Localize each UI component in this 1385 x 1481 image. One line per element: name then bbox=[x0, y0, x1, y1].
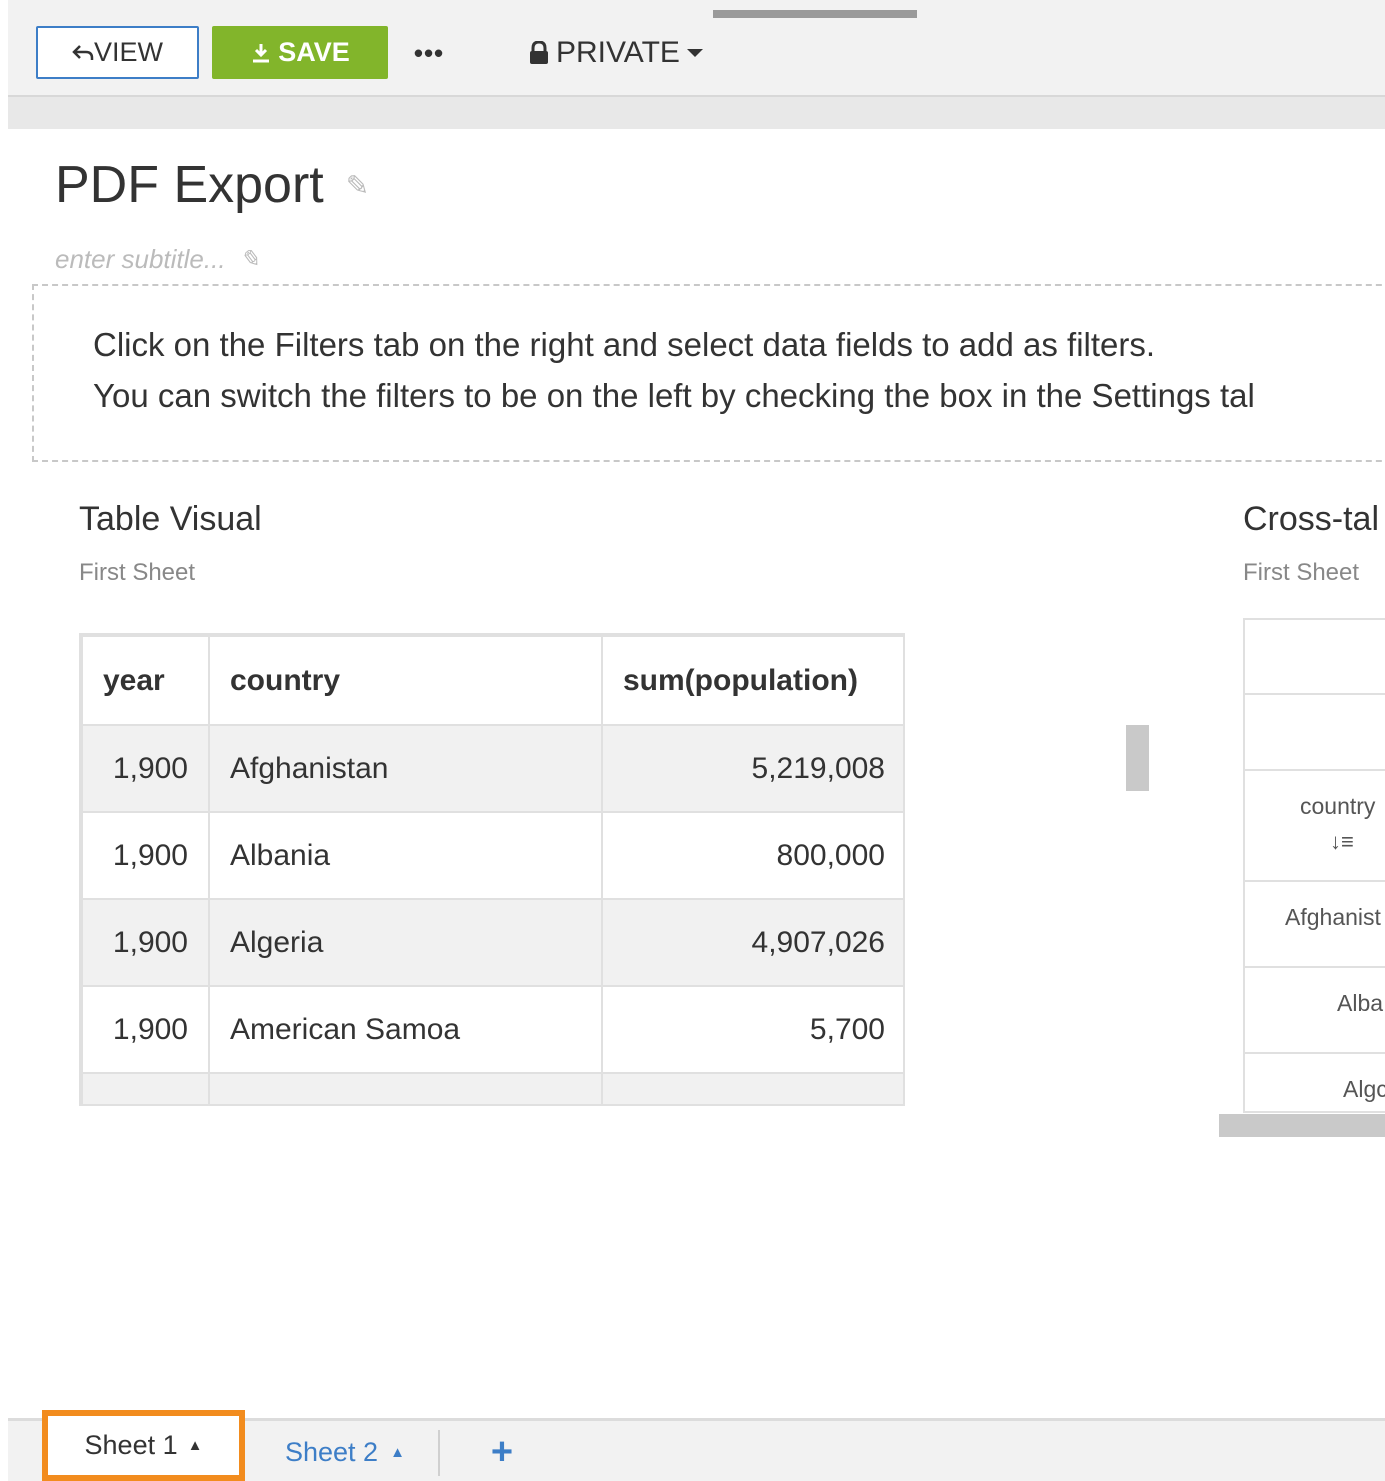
table-visual-title: Table Visual bbox=[79, 500, 262, 538]
crosstab-row: Afghanist bbox=[1245, 882, 1385, 968]
crosstab-row bbox=[1245, 695, 1385, 771]
top-drag-handle[interactable] bbox=[713, 10, 917, 18]
sort-icon[interactable]: ↓≡ bbox=[1330, 829, 1354, 855]
save-button[interactable]: SAVE bbox=[212, 26, 388, 79]
filters-hint-line1: Click on the Filters tab on the right an… bbox=[93, 326, 1156, 363]
crosstab-cell: Afghanist bbox=[1285, 904, 1381, 930]
cell-country: Andorra bbox=[208, 1072, 603, 1104]
cell-population: 5,219,008 bbox=[601, 724, 903, 813]
more-options-icon: ••• bbox=[413, 37, 445, 68]
vertical-scrollbar-thumb[interactable] bbox=[1126, 725, 1149, 791]
plus-icon: + bbox=[490, 1430, 514, 1473]
lock-icon bbox=[528, 41, 550, 65]
view-button-label: VIEW bbox=[93, 37, 163, 67]
column-header-sum-population[interactable]: sum(population) bbox=[601, 635, 903, 726]
cell-year: 1,900 bbox=[81, 898, 210, 987]
add-sheet-button[interactable]: + bbox=[485, 1428, 519, 1476]
caret-down-icon bbox=[686, 48, 704, 58]
cell-year: 1,900 bbox=[81, 811, 210, 900]
table-header-row: year country sum(population) bbox=[81, 635, 903, 726]
view-button[interactable]: VIEW bbox=[36, 26, 199, 79]
sheet-tab-divider bbox=[438, 1430, 440, 1476]
cell-country: Algeria bbox=[208, 898, 603, 987]
crosstab-row: Alba bbox=[1245, 968, 1385, 1054]
horizontal-scrollbar-thumb[interactable] bbox=[1219, 1114, 1385, 1137]
crosstab-header-row: country ↓≡ bbox=[1245, 771, 1385, 882]
crosstab-cell: Alba bbox=[1337, 990, 1384, 1016]
dashboard-subtitle[interactable]: enter subtitle... ✎ bbox=[55, 244, 260, 275]
cell-year: 1,900 bbox=[81, 724, 210, 813]
cell-country: American Samoa bbox=[208, 985, 603, 1074]
table-row: 1,900 Andorra 4,450 bbox=[81, 1072, 903, 1104]
crosstab-row bbox=[1245, 620, 1385, 695]
table-visual[interactable]: year country sum(population) 1,900 Afgha… bbox=[79, 633, 905, 1106]
cell-population: 4,907,026 bbox=[601, 898, 903, 987]
table-visual-subtitle: First Sheet bbox=[79, 559, 196, 586]
cell-year: 1,900 bbox=[81, 985, 210, 1074]
sheet-tab-2[interactable]: Sheet 2 ▲ bbox=[285, 1428, 405, 1476]
cell-country: Afghanistan bbox=[208, 724, 603, 813]
filters-area bbox=[32, 284, 1385, 462]
download-icon bbox=[250, 42, 272, 64]
sheet-tab-2-label: Sheet 2 bbox=[285, 1436, 379, 1467]
table-row: 1,900 Afghanistan 5,219,008 bbox=[81, 724, 903, 813]
save-button-label: SAVE bbox=[278, 37, 350, 67]
privacy-dropdown[interactable]: PRIVATE bbox=[528, 28, 704, 78]
sheet-tab-1[interactable]: Sheet 1 ▲ bbox=[42, 1410, 245, 1481]
column-header-country[interactable]: country bbox=[208, 635, 603, 726]
filters-hint-line2: You can switch the filters to be on the … bbox=[93, 377, 1255, 414]
table-row: 1,900 Algeria 4,907,026 bbox=[81, 898, 903, 987]
cell-country: Albania bbox=[208, 811, 603, 900]
sheet-tab-1-label: Sheet 1 bbox=[84, 1430, 178, 1460]
table-row: 1,900 American Samoa 5,700 bbox=[81, 985, 903, 1074]
cell-year: 1,900 bbox=[81, 1072, 210, 1104]
subtitle-placeholder: enter subtitle... bbox=[55, 244, 226, 274]
edit-title-pencil-icon[interactable]: ✎ bbox=[346, 169, 369, 202]
cell-population: 5,700 bbox=[601, 985, 903, 1074]
privacy-label: PRIVATE bbox=[556, 36, 680, 69]
cell-population: 800,000 bbox=[601, 811, 903, 900]
toolbar-divider bbox=[8, 95, 1385, 129]
dashboard-title-text: PDF Export bbox=[55, 156, 324, 214]
column-header-year[interactable]: year bbox=[81, 635, 210, 726]
cell-population: 4,450 bbox=[601, 1072, 903, 1104]
return-arrow-icon bbox=[72, 44, 94, 62]
crosstab-visual-title: Cross-tal bbox=[1243, 500, 1380, 538]
edit-subtitle-pencil-icon[interactable]: ✎ bbox=[240, 245, 260, 274]
crosstab-visual-subtitle: First Sheet bbox=[1243, 559, 1360, 586]
crosstab-visual[interactable]: country ↓≡ Afghanist Alba Algc bbox=[1243, 618, 1385, 1113]
crosstab-cell: Algc bbox=[1343, 1076, 1385, 1102]
table-row: 1,900 Albania 800,000 bbox=[81, 811, 903, 900]
more-options-button[interactable]: ••• bbox=[405, 30, 453, 76]
crosstab-header-country[interactable]: country bbox=[1300, 793, 1385, 820]
caret-up-icon[interactable]: ▲ bbox=[390, 1444, 405, 1461]
dashboard-title[interactable]: PDF Export ✎ bbox=[55, 155, 369, 215]
data-table: year country sum(population) 1,900 Afgha… bbox=[81, 635, 903, 1104]
crosstab-row: Algc bbox=[1245, 1054, 1385, 1111]
caret-up-icon[interactable]: ▲ bbox=[188, 1437, 203, 1454]
